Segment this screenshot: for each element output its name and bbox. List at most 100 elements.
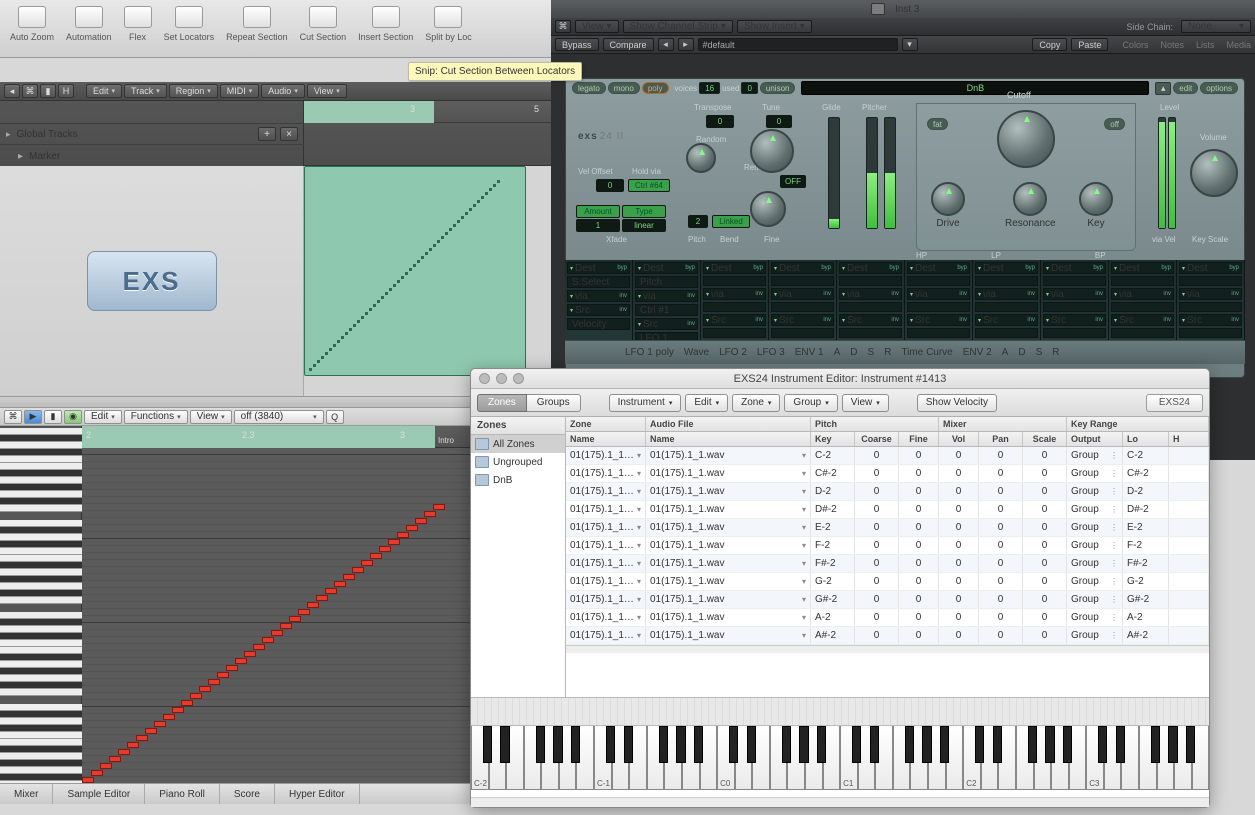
inspector-tab[interactable]: Media: [1226, 40, 1251, 50]
audio-menu[interactable]: Audio: [261, 84, 305, 98]
table-row[interactable]: 01(175).1_1…▾01(175).1_1.wav▾A-200000Gro…: [566, 609, 1209, 627]
link-toggle[interactable]: ⌘: [4, 410, 22, 424]
table-row[interactable]: 01(175).1_1…▾01(175).1_1.wav▾D-200000Gro…: [566, 483, 1209, 501]
vel-offset-value[interactable]: 0: [596, 179, 624, 192]
mod-slot[interactable]: ▾DestbypPitch▾viainvCtrl #1▾SrcinvLFO 1: [633, 260, 701, 340]
white-key[interactable]: C-2: [471, 726, 489, 790]
midi-out-toggle[interactable]: ◉: [64, 410, 82, 424]
track-lane[interactable]: [304, 166, 551, 396]
midi-in-toggle[interactable]: ▮: [44, 410, 62, 424]
col-group-mixer[interactable]: Mixer: [939, 417, 1067, 431]
zones-groups-segment[interactable]: Zones Groups: [477, 394, 581, 412]
tab-score[interactable]: Score: [220, 784, 275, 804]
fat-button[interactable]: fat: [927, 118, 948, 130]
link-icon[interactable]: ⌘: [555, 20, 571, 33]
minimize-icon[interactable]: [496, 373, 507, 384]
black-key[interactable]: [1186, 726, 1195, 763]
midi-region[interactable]: [304, 166, 526, 376]
track-menu[interactable]: Track: [124, 84, 167, 98]
toolbar-auto-zoom[interactable]: Auto Zoom: [4, 6, 60, 56]
black-key[interactable]: [799, 726, 808, 763]
filter-off-button[interactable]: off: [1104, 118, 1125, 130]
view-menu[interactable]: View: [842, 394, 889, 412]
groups-tab[interactable]: Groups: [527, 394, 581, 412]
sidebar-item[interactable]: All Zones: [471, 435, 565, 453]
col-group-audio[interactable]: Audio File: [646, 417, 811, 431]
tab-sample-editor[interactable]: Sample Editor: [53, 784, 145, 804]
black-key[interactable]: [500, 726, 509, 763]
tool-button[interactable]: H: [58, 84, 74, 98]
group-menu[interactable]: Group: [784, 394, 837, 412]
black-key[interactable]: [571, 726, 580, 763]
black-key[interactable]: [817, 726, 826, 763]
marker-track-header[interactable]: ▸Marker: [0, 145, 304, 167]
table-row[interactable]: 01(175).1_1…▾01(175).1_1.wav▾E-200000Gro…: [566, 519, 1209, 537]
table-row[interactable]: 01(175).1_1…▾01(175).1_1.wav▾A#-200000Gr…: [566, 627, 1209, 645]
col-group-pitch[interactable]: Pitch: [811, 417, 939, 431]
copy-button[interactable]: Copy: [1032, 38, 1067, 51]
sidebar-item[interactable]: DnB: [471, 471, 565, 489]
running-man-icon[interactable]: ▶: [24, 410, 42, 424]
mod-slot[interactable]: ▾Destbyp▾viainv▾Srcinv: [1041, 260, 1109, 340]
mod-slot[interactable]: ▾Destbyp▾viainv▾Srcinv: [769, 260, 837, 340]
window-controls[interactable]: [479, 373, 524, 384]
mono-mode[interactable]: mono: [608, 82, 640, 94]
column-header[interactable]: H: [1169, 432, 1209, 446]
remote-value[interactable]: OFF: [780, 175, 806, 188]
black-key[interactable]: [922, 726, 931, 763]
transpose-value[interactable]: 0: [706, 115, 734, 128]
column-header[interactable]: Output: [1067, 432, 1123, 446]
instrument-menu[interactable]: Instrument: [609, 394, 682, 412]
white-key[interactable]: [1139, 726, 1157, 790]
pitcher-slider[interactable]: [866, 117, 878, 229]
hold-via-value[interactable]: Ctrl #64: [628, 179, 670, 192]
sidebar-item[interactable]: Ungrouped: [471, 453, 565, 471]
pitcher-slider-2[interactable]: [884, 117, 896, 229]
tab-piano-roll[interactable]: Piano Roll: [145, 784, 220, 804]
black-key[interactable]: [1028, 726, 1037, 763]
next-preset-button[interactable]: ▸: [678, 38, 694, 51]
horizontal-scrollbar[interactable]: [566, 645, 1209, 653]
mod-slot[interactable]: ▾DestbypS.Select▾viainv▾SrcinvVelocity: [565, 260, 633, 340]
options-button[interactable]: options: [1200, 82, 1238, 94]
note-grid[interactable]: [82, 448, 470, 783]
toolbar-split-by-loc[interactable]: Split by Loc: [419, 6, 478, 56]
sidechain-menu[interactable]: None: [1181, 20, 1251, 33]
black-key[interactable]: [905, 726, 914, 763]
view-menu[interactable]: View: [307, 84, 347, 98]
black-key[interactable]: [993, 726, 1002, 763]
column-header[interactable]: Name: [646, 432, 811, 446]
black-key[interactable]: [606, 726, 615, 763]
table-row[interactable]: 01(175).1_1…▾01(175).1_1.wav▾C#-200000Gr…: [566, 465, 1209, 483]
zoom-icon[interactable]: [513, 373, 524, 384]
tab-hyper-editor[interactable]: Hyper Editor: [275, 784, 360, 804]
prev-preset-button[interactable]: ◂: [658, 38, 674, 51]
edit-menu[interactable]: Edit: [84, 410, 122, 424]
pitch-bend-semi[interactable]: 2: [688, 215, 708, 228]
black-key[interactable]: [676, 726, 685, 763]
black-key[interactable]: [483, 726, 492, 763]
column-header[interactable]: Key: [811, 432, 855, 446]
black-key[interactable]: [940, 726, 949, 763]
catch-button[interactable]: ▮: [40, 84, 56, 98]
col-group-zone[interactable]: Zone: [566, 417, 646, 431]
close-icon[interactable]: [479, 373, 490, 384]
functions-menu[interactable]: Functions: [124, 410, 188, 424]
white-key[interactable]: C0: [717, 726, 735, 790]
black-key[interactable]: [747, 726, 756, 763]
white-key[interactable]: [524, 726, 542, 790]
add-global-track-button[interactable]: +: [258, 127, 276, 141]
inspector-tab[interactable]: Notes: [1160, 40, 1184, 50]
mod-slot[interactable]: ▾Destbyp▾viainv▾Srcinv: [1109, 260, 1177, 340]
level-slider-2[interactable]: [1168, 117, 1176, 229]
column-header[interactable]: Pan: [979, 432, 1023, 446]
inspector-tab[interactable]: Colors: [1122, 40, 1148, 50]
black-key[interactable]: [870, 726, 879, 763]
toolbar-automation[interactable]: Automation: [60, 6, 118, 56]
quantize-menu[interactable]: off (3840): [234, 410, 324, 424]
mod-slot[interactable]: ▾Destbyp▾viainv▾Srcinv: [1177, 260, 1245, 340]
horizontal-scrollbar[interactable]: [471, 797, 1209, 807]
black-key[interactable]: [1116, 726, 1125, 763]
global-tracks-header[interactable]: ▸ Global Tracks + ×: [0, 123, 304, 145]
random-knob[interactable]: [686, 143, 716, 173]
